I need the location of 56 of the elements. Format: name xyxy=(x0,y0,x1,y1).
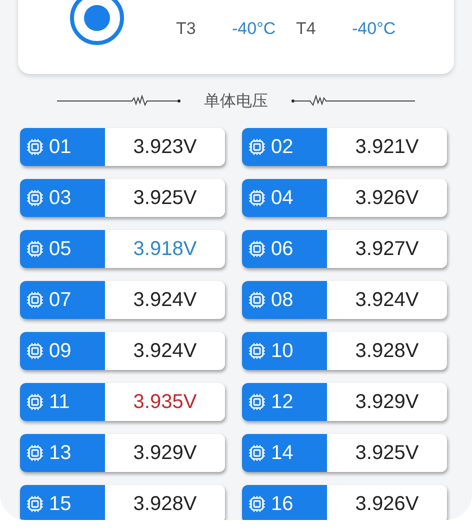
cell-number: 09 xyxy=(49,340,72,362)
chip-icon xyxy=(26,495,44,513)
chip-icon xyxy=(26,189,44,207)
cell-voltage: 3.935V xyxy=(132,390,198,415)
cell-number: 12 xyxy=(271,390,294,414)
cell-number: 16 xyxy=(271,492,294,516)
record-icon xyxy=(68,0,126,47)
temperature-label: T3 xyxy=(176,19,197,39)
chip-icon xyxy=(248,291,266,309)
chip-icon xyxy=(248,189,266,207)
cell-voltage: 3.923V xyxy=(132,135,198,160)
cell-number: 03 xyxy=(49,186,72,210)
cell-voltage: 3.927V xyxy=(354,237,420,262)
cell-voltage: 3.925V xyxy=(354,441,420,466)
temperature-value: -40°C xyxy=(232,19,277,39)
cell-voltage: 3.921V xyxy=(354,135,420,160)
cell-number: 08 xyxy=(271,288,294,312)
section-title: 单体电压 xyxy=(204,90,268,112)
cell-voltage: 3.929V xyxy=(354,390,420,415)
resistor-line-icon xyxy=(290,95,415,107)
chip-icon xyxy=(248,495,266,513)
chip-icon xyxy=(26,138,44,156)
chip-icon xyxy=(26,444,44,462)
cell-number: 10 xyxy=(271,340,294,362)
cell-voltage: 3.929V xyxy=(132,441,198,466)
cell-voltage: 3.925V xyxy=(132,186,198,211)
cell-voltage: 3.924V xyxy=(132,288,198,313)
cell-voltage: 3.926V xyxy=(354,492,420,517)
cell-number: 13 xyxy=(49,442,72,464)
chip-icon xyxy=(26,240,44,258)
chip-icon xyxy=(248,444,266,462)
cell-voltage: 3.928V xyxy=(132,492,198,517)
chip-icon xyxy=(248,342,266,360)
temperature-value: -40°C xyxy=(352,19,397,39)
chip-icon xyxy=(248,138,266,156)
cell-voltage: 3.928V xyxy=(354,339,420,364)
chip-icon xyxy=(248,240,266,258)
chip-icon xyxy=(26,291,44,309)
cell-number: 01 xyxy=(49,136,72,158)
chip-icon xyxy=(248,393,266,411)
cell-voltage: 3.918V xyxy=(132,237,198,262)
cell-number: 11 xyxy=(49,390,70,414)
cell-voltage: 3.924V xyxy=(354,288,420,313)
cell-number: 14 xyxy=(271,442,294,464)
cell-voltage: 3.924V xyxy=(132,339,198,364)
chip-icon xyxy=(26,393,44,411)
cell-number: 15 xyxy=(49,492,72,516)
cell-number: 05 xyxy=(49,238,72,260)
cell-number: 07 xyxy=(49,288,72,312)
cell-number: 04 xyxy=(271,186,294,210)
resistor-line-icon xyxy=(57,95,182,107)
cell-voltage: 3.926V xyxy=(354,186,420,211)
cell-number: 02 xyxy=(271,136,294,158)
cell-number: 06 xyxy=(271,238,294,260)
chip-icon xyxy=(26,342,44,360)
temperature-label: T4 xyxy=(296,19,317,39)
